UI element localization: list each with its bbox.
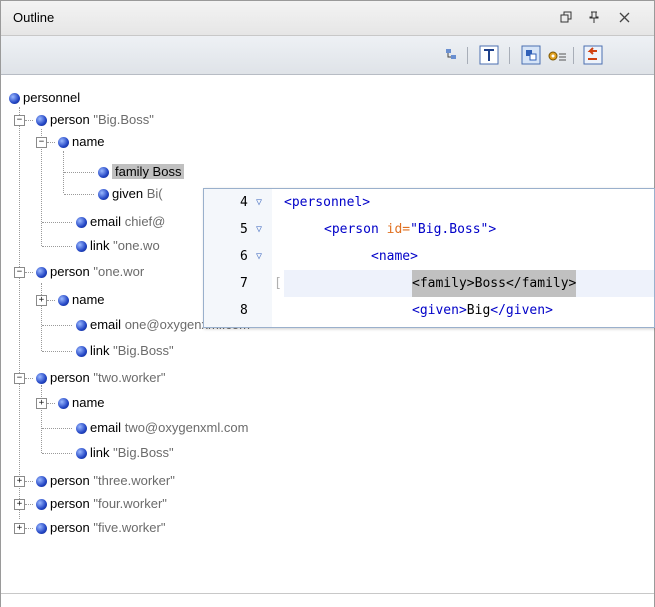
panel-titlebar: Outline	[1, 1, 654, 36]
code-line: 6 ▽ <name>	[204, 243, 654, 270]
expand-toggle[interactable]: +	[14, 499, 25, 510]
tree-node-person[interactable]: person "four.worker"	[36, 493, 167, 515]
expand-toggle[interactable]: +	[14, 523, 25, 534]
fold-icon[interactable]: ▽	[256, 189, 262, 216]
outline-tree: personnel − person "Big.Boss" − name fam…	[1, 75, 654, 593]
element-node-icon	[36, 267, 47, 278]
tree-node-link[interactable]: link "Big.Boss"	[76, 340, 174, 362]
show-text-icon[interactable]	[477, 43, 501, 67]
show-attributes-icon[interactable]	[519, 43, 543, 67]
tree-line	[42, 351, 72, 352]
tree-line	[42, 246, 72, 247]
tree-node-link[interactable]: link "Big.Boss"	[76, 442, 174, 464]
tree-node-person[interactable]: person "three.worker"	[36, 470, 175, 492]
element-node-icon	[58, 295, 69, 306]
tree-line	[25, 378, 33, 379]
selected-node-label: family Boss	[112, 164, 185, 179]
tree-node-name[interactable]: name	[58, 289, 105, 311]
tree-node-family[interactable]: family Boss	[98, 161, 185, 183]
tree-line	[42, 428, 72, 429]
tree-line	[25, 528, 33, 529]
collapse-toggle[interactable]: −	[36, 137, 47, 148]
settings-gear-icon[interactable]	[545, 43, 569, 67]
code-line: 7 [ <family>Boss</family>	[204, 270, 654, 297]
expand-toggle[interactable]: +	[14, 476, 25, 487]
tree-node-personnel[interactable]: personnel	[9, 87, 80, 109]
collapse-toggle[interactable]: −	[14, 267, 25, 278]
tree-line	[64, 194, 94, 195]
link-with-editor-icon[interactable]	[581, 43, 605, 67]
fold-icon[interactable]: ▽	[256, 216, 262, 243]
element-node-icon	[98, 167, 109, 178]
tree-line	[47, 403, 55, 404]
tree-node-email[interactable]: email two@oxygenxml.com	[76, 417, 248, 439]
element-node-icon	[76, 320, 87, 331]
tree-node-person[interactable]: person "five.worker"	[36, 517, 165, 539]
tree-line	[47, 300, 55, 301]
element-node-icon	[76, 448, 87, 459]
tree-node-person[interactable]: person "Big.Boss"	[36, 109, 154, 131]
panel-bottom-edge	[1, 593, 654, 607]
element-node-icon	[58, 137, 69, 148]
tree-line	[47, 142, 55, 143]
collapse-toggle[interactable]: −	[14, 115, 25, 126]
element-node-icon	[36, 523, 47, 534]
fold-icon[interactable]: ▽	[256, 243, 262, 270]
code-line: 8 <given>Big</given>	[240, 303, 553, 318]
tree-line	[25, 120, 33, 121]
element-node-icon	[98, 189, 109, 200]
tree-node-link[interactable]: link "one.wo	[76, 235, 160, 257]
toolbar-separator	[467, 47, 468, 64]
tree-line	[41, 283, 42, 351]
expand-toggle[interactable]: +	[36, 398, 47, 409]
flat-presentation-icon[interactable]	[439, 43, 463, 67]
code-preview-popup: 4 ▽ <personnel> 5 ▽ <person id="Big.Boss…	[203, 188, 655, 328]
element-node-icon	[36, 115, 47, 126]
tree-line	[42, 453, 72, 454]
close-icon[interactable]	[614, 7, 634, 27]
tree-line	[64, 172, 94, 173]
tree-line	[42, 325, 72, 326]
element-node-icon	[76, 241, 87, 252]
element-node-icon	[36, 499, 47, 510]
collapse-toggle[interactable]: −	[14, 373, 25, 384]
outline-toolbar	[1, 36, 654, 75]
tree-node-given[interactable]: given Bi(	[98, 183, 163, 205]
tree-node-name[interactable]: name	[58, 131, 105, 153]
tree-node-email[interactable]: email chief@	[76, 211, 165, 233]
tree-node-name[interactable]: name	[58, 392, 105, 414]
toolbar-separator	[509, 47, 510, 64]
tree-line	[42, 222, 72, 223]
toolbar-separator	[573, 47, 574, 64]
element-node-icon	[76, 346, 87, 357]
tree-node-person[interactable]: person "one.wor	[36, 261, 144, 283]
panel-title: Outline	[13, 10, 55, 25]
expand-toggle[interactable]: +	[36, 295, 47, 306]
tree-line	[25, 504, 33, 505]
tree-line	[19, 107, 20, 519]
element-node-icon	[36, 476, 47, 487]
pin-icon[interactable]	[584, 7, 604, 27]
element-node-icon	[9, 93, 20, 104]
tree-line	[41, 385, 42, 453]
code-line: 5 ▽ <person id="Big.Boss">	[204, 216, 654, 243]
element-node-icon	[36, 373, 47, 384]
element-node-icon	[58, 398, 69, 409]
element-node-icon	[76, 217, 87, 228]
tree-line	[25, 272, 33, 273]
outline-panel: Outline personnel − person "Big.Boss" − …	[0, 0, 655, 607]
restore-icon[interactable]	[556, 7, 576, 27]
element-node-icon	[76, 423, 87, 434]
tree-node-person[interactable]: person "two.worker"	[36, 367, 165, 389]
tree-line	[25, 481, 33, 482]
code-line: 4 ▽ <personnel>	[204, 189, 654, 216]
